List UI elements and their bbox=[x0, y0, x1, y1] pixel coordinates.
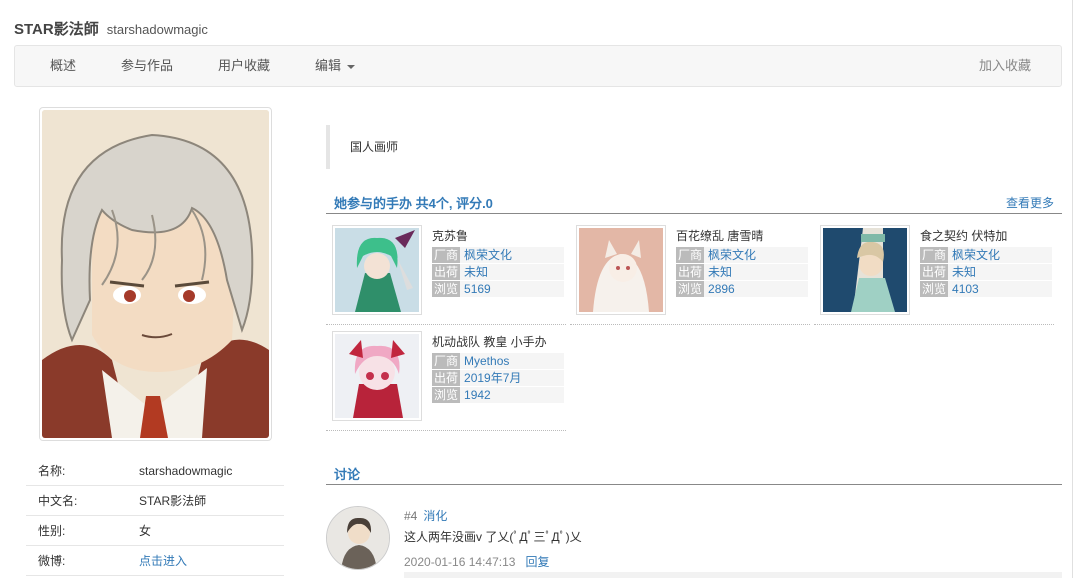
figure-views: 5169 bbox=[464, 282, 491, 296]
figure-card[interactable]: 百花缭乱 唐雪晴 厂商 枫荣文化 出荷 未知 浏览 2896 bbox=[570, 225, 814, 325]
figures-section-header: 她参与的手办 共4个, 评分.0 查看更多 bbox=[326, 192, 1062, 214]
discussion-title: 讨论 bbox=[334, 467, 361, 482]
figure-name[interactable]: 机动战队 教皇 小手办 bbox=[432, 333, 547, 350]
figure-maker-row: 厂商 枫荣文化 bbox=[920, 247, 1052, 263]
view-more-link[interactable]: 查看更多 bbox=[1006, 194, 1054, 211]
reply-link[interactable]: 回复 bbox=[525, 555, 549, 569]
figure-thumbnail[interactable] bbox=[820, 225, 910, 315]
page-header: STAR影法師 starshadowmagic bbox=[14, 18, 208, 38]
views-tag: 浏览 bbox=[920, 281, 949, 297]
figure-image bbox=[823, 228, 907, 312]
figure-maker[interactable]: 枫荣文化 bbox=[952, 248, 1000, 262]
weibo-link[interactable]: 点击进入 bbox=[139, 552, 187, 569]
figure-views: 1942 bbox=[464, 388, 491, 402]
figure-maker-row: 厂商 Myethos bbox=[432, 353, 564, 369]
intro-quote: 国人画师 bbox=[326, 125, 626, 169]
page-title: STAR影法師 bbox=[14, 21, 99, 38]
figure-release-row: 出荷 未知 bbox=[676, 264, 808, 280]
info-value: STAR影法師 bbox=[139, 494, 207, 508]
release-tag: 出荷 bbox=[920, 264, 949, 280]
figure-thumbnail[interactable] bbox=[332, 331, 422, 421]
figure-maker-row: 厂商 枫荣文化 bbox=[432, 247, 564, 263]
figures-section-title: 她参与的手办 共4个, 评分.0 bbox=[334, 196, 493, 211]
info-row-gender: 性别: 女 bbox=[26, 516, 284, 546]
figure-views-row: 浏览 1942 bbox=[432, 387, 564, 403]
nav-works[interactable]: 参与作品 bbox=[121, 46, 173, 86]
figure-release: 未知 bbox=[952, 265, 977, 279]
release-tag: 出荷 bbox=[432, 370, 461, 386]
nav-overview[interactable]: 概述 bbox=[50, 46, 76, 86]
views-tag: 浏览 bbox=[432, 281, 461, 297]
page-subtitle: starshadowmagic bbox=[106, 22, 208, 37]
figure-image bbox=[335, 334, 419, 418]
nav-favorites[interactable]: 用户收藏 bbox=[218, 46, 270, 86]
card-divider bbox=[570, 324, 810, 325]
figure-maker[interactable]: Myethos bbox=[464, 354, 509, 368]
figure-thumbnail[interactable] bbox=[576, 225, 666, 315]
figure-release-row: 出荷 未知 bbox=[432, 264, 564, 280]
info-value: starshadowmagic bbox=[139, 463, 233, 478]
figure-image bbox=[579, 228, 663, 312]
figure-release-row: 出荷 未知 bbox=[920, 264, 1052, 280]
comment-text: 这人两年没画v 了乂(ﾟДﾟ三ﾟДﾟ)乂 bbox=[404, 530, 582, 544]
user-avatar-image bbox=[327, 507, 389, 569]
info-row-weibo: 微博: 点击进入 bbox=[26, 546, 284, 576]
comment-footer: 2020-01-16 14:47:13 回复 bbox=[404, 553, 549, 570]
figure-release: 未知 bbox=[464, 265, 489, 279]
maker-tag: 厂商 bbox=[920, 247, 949, 263]
maker-tag: 厂商 bbox=[432, 353, 461, 369]
maker-tag: 厂商 bbox=[676, 247, 705, 263]
figure-release: 未知 bbox=[708, 265, 733, 279]
figure-release: 2019年7月 bbox=[464, 371, 522, 385]
figure-views-row: 浏览 4103 bbox=[920, 281, 1052, 297]
figure-maker[interactable]: 枫荣文化 bbox=[708, 248, 756, 262]
comment-username[interactable]: 消化 bbox=[423, 509, 447, 523]
figure-views: 4103 bbox=[952, 282, 979, 296]
info-row-name: 名称: starshadowmagic bbox=[26, 456, 284, 486]
profile-avatar bbox=[39, 107, 272, 441]
figure-maker[interactable]: 枫荣文化 bbox=[464, 248, 512, 262]
add-favorite-button[interactable]: 加入收藏 bbox=[979, 46, 1031, 86]
avatar-illustration bbox=[42, 110, 269, 438]
figure-name[interactable]: 食之契约 伏特加 bbox=[920, 227, 1007, 244]
info-label: 性别: bbox=[38, 524, 66, 538]
comment-meta: #4 消化 bbox=[404, 507, 447, 524]
figure-image bbox=[335, 228, 419, 312]
figure-card[interactable]: 食之契约 伏特加 厂商 枫荣文化 出荷 未知 浏览 4103 bbox=[814, 225, 1058, 325]
profile-info-table: 名称: starshadowmagic 中文名: STAR影法師 性别: 女 微… bbox=[26, 456, 284, 576]
reply-box bbox=[404, 572, 1062, 578]
comment-timestamp: 2020-01-16 14:47:13 bbox=[404, 555, 516, 569]
maker-tag: 厂商 bbox=[432, 247, 461, 263]
card-divider bbox=[326, 324, 566, 325]
navbar: 概述 参与作品 用户收藏 编辑 加入收藏 bbox=[14, 45, 1062, 87]
figure-card[interactable]: 机动战队 教皇 小手办 厂商 Myethos 出荷 2019年7月 浏览 1942 bbox=[326, 331, 570, 431]
card-divider bbox=[814, 324, 1054, 325]
figure-thumbnail[interactable] bbox=[332, 225, 422, 315]
figure-card[interactable]: 克苏鲁 厂商 枫荣文化 出荷 未知 浏览 5169 bbox=[326, 225, 570, 325]
card-divider bbox=[326, 430, 566, 431]
comment-floor: #4 bbox=[404, 509, 418, 523]
figure-name[interactable]: 克苏鲁 bbox=[432, 227, 468, 244]
figure-views-row: 浏览 5169 bbox=[432, 281, 564, 297]
info-label: 名称: bbox=[38, 464, 66, 478]
discussion-section-header: 讨论 bbox=[326, 463, 1062, 485]
figure-views-row: 浏览 2896 bbox=[676, 281, 808, 297]
chevron-down-icon bbox=[347, 64, 356, 69]
page-right-border bbox=[1072, 0, 1073, 578]
figure-release-row: 出荷 2019年7月 bbox=[432, 370, 564, 386]
nav-edit-label: 编辑 bbox=[315, 58, 342, 73]
release-tag: 出荷 bbox=[676, 264, 705, 280]
nav-edit-dropdown[interactable]: 编辑 bbox=[315, 46, 356, 86]
info-row-chinese-name: 中文名: STAR影法師 bbox=[26, 486, 284, 516]
figure-maker-row: 厂商 枫荣文化 bbox=[676, 247, 808, 263]
info-value: 女 bbox=[139, 524, 152, 538]
info-label: 微博: bbox=[38, 554, 66, 568]
info-label: 中文名: bbox=[38, 494, 78, 508]
views-tag: 浏览 bbox=[432, 387, 461, 403]
figure-views: 2896 bbox=[708, 282, 735, 296]
figure-name[interactable]: 百花缭乱 唐雪晴 bbox=[676, 227, 763, 244]
release-tag: 出荷 bbox=[432, 264, 461, 280]
views-tag: 浏览 bbox=[676, 281, 705, 297]
comment-user-avatar[interactable] bbox=[326, 506, 390, 570]
